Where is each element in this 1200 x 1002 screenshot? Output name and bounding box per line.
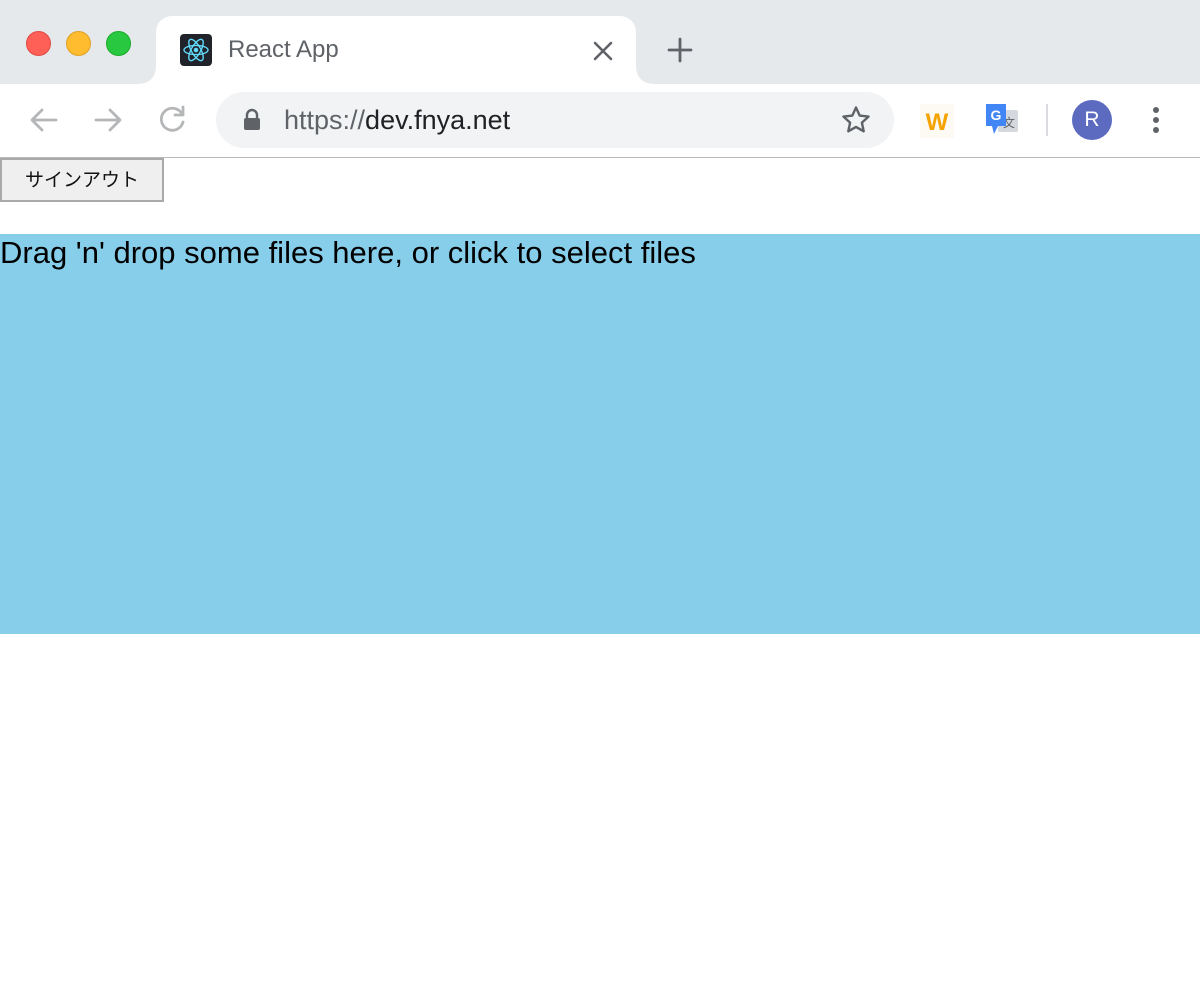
url-text[interactable]: https://dev.fnya.net [284,105,510,136]
tab-react-app[interactable]: React App [140,16,652,84]
google-translate-label: G [991,107,1002,123]
close-tab-icon[interactable] [592,40,614,62]
address-bar[interactable]: https://dev.fnya.net [216,92,894,148]
page-content: サインアウト Drag 'n' drop some files here, or… [0,158,1200,1002]
file-dropzone[interactable]: Drag 'n' drop some files here, or click … [0,234,1200,634]
dropzone-text: Drag 'n' drop some files here, or click … [0,235,696,270]
forward-arrow-icon[interactable] [90,102,126,138]
extension-w-label: W [926,109,949,136]
react-logo-icon [180,34,212,66]
back-arrow-icon[interactable] [26,102,62,138]
profile-initial: R [1084,108,1100,131]
url-host: dev.fnya.net [365,105,511,135]
more-menu-icon[interactable] [1146,104,1166,136]
tab-strip: React App [0,0,1200,84]
reload-icon[interactable] [154,102,190,138]
window-maximize-button[interactable] [106,31,131,56]
bookmark-star-icon[interactable] [840,104,872,136]
window-close-button[interactable] [26,31,51,56]
new-tab-plus-icon[interactable] [666,36,694,64]
profile-avatar[interactable]: R [1072,100,1112,140]
browser-toolbar: https://dev.fnya.net W 文 G R [0,84,1200,158]
signout-button[interactable]: サインアウト [0,158,164,202]
url-scheme: https:// [284,105,366,135]
window-minimize-button[interactable] [66,31,91,56]
toolbar-divider [1046,104,1048,136]
extension-w-icon[interactable]: W [920,104,954,138]
google-translate-icon[interactable]: 文 G [984,102,1020,138]
lock-icon[interactable] [242,108,262,132]
tab-title: React App [228,36,339,63]
